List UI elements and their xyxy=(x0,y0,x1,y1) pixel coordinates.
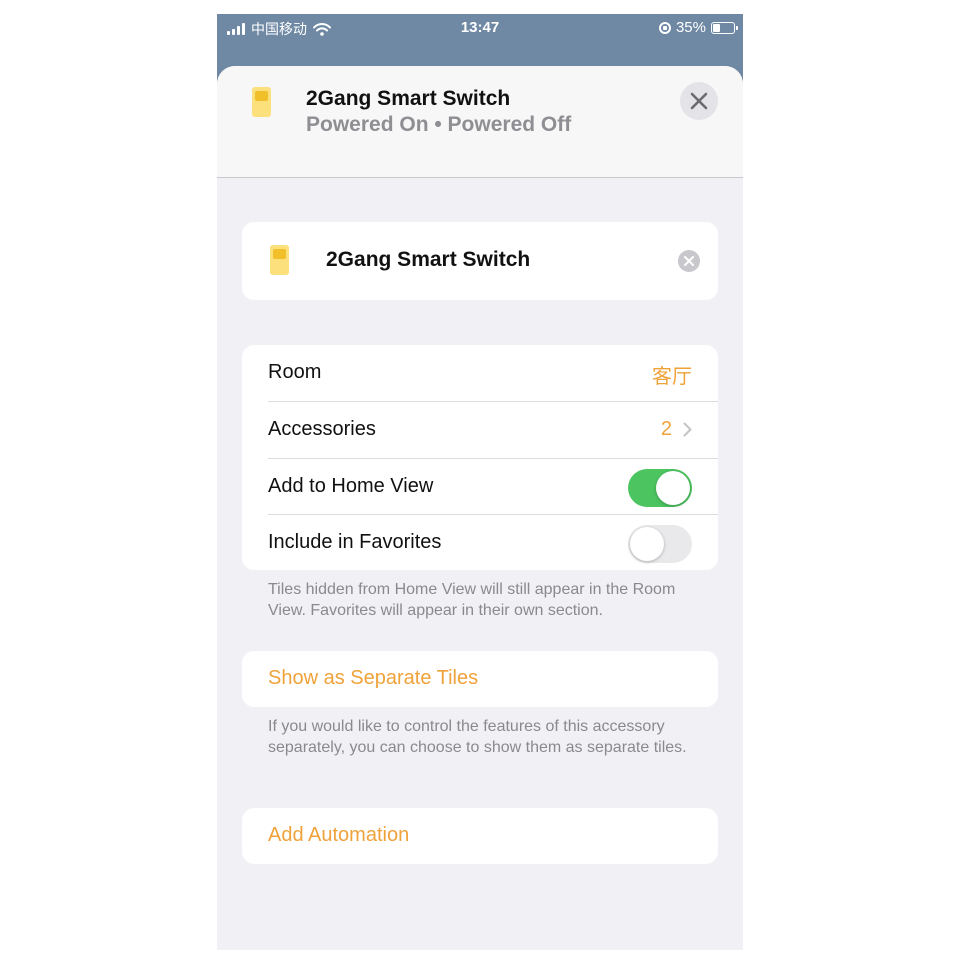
home-view-label: Add to Home View xyxy=(268,475,434,497)
clear-name-button[interactable] xyxy=(678,250,700,272)
accessory-name-field[interactable]: 2Gang Smart Switch xyxy=(326,248,530,272)
light-switch-icon xyxy=(270,245,289,275)
show-separate-tiles-button[interactable]: Show as Separate Tiles xyxy=(242,651,718,707)
toggle-knob xyxy=(656,471,690,505)
accessory-title: 2Gang Smart Switch xyxy=(306,87,511,110)
clear-circle-icon xyxy=(684,256,694,266)
home-view-toggle[interactable] xyxy=(628,469,692,507)
add-automation-label: Add Automation xyxy=(268,824,410,846)
rotation-lock-icon xyxy=(658,21,671,34)
accessory-status: Powered On • Powered Off xyxy=(306,113,572,136)
accessories-row[interactable]: Accessories 2 xyxy=(242,402,718,458)
battery-percent: 35% xyxy=(675,19,706,36)
show-separate-tiles-label: Show as Separate Tiles xyxy=(268,667,479,689)
tiles-footnote: Tiles hidden from Home View will still a… xyxy=(268,581,676,619)
phone-screen: 中国移动 13:47 35% 2Gang Smart Switch Powere… xyxy=(217,14,743,950)
sheet-header: 2Gang Smart Switch Powered On • Powered … xyxy=(217,66,743,178)
accessory-settings-sheet: 2Gang Smart Switch Powered On • Powered … xyxy=(217,66,743,950)
toggle-knob xyxy=(630,527,664,561)
room-row[interactable]: Room 客厅 xyxy=(242,345,718,401)
home-view-row: Add to Home View xyxy=(242,459,718,515)
close-icon xyxy=(690,92,708,110)
accessories-count: 2 xyxy=(660,418,672,440)
add-automation-button[interactable]: Add Automation xyxy=(242,808,718,864)
favorites-toggle[interactable] xyxy=(628,525,692,563)
light-switch-icon xyxy=(252,87,271,117)
status-right: 35% xyxy=(658,19,738,36)
room-label: Room xyxy=(268,361,322,383)
settings-list: Room 客厅 Accessories 2 Add to Home View I… xyxy=(242,345,718,570)
name-field-card: 2Gang Smart Switch xyxy=(242,222,718,300)
separate-tiles-footnote: If you would like to control the feature… xyxy=(268,718,687,756)
accessories-label: Accessories xyxy=(268,418,376,440)
battery-icon xyxy=(711,21,738,34)
favorites-label: Include in Favorites xyxy=(268,531,442,553)
room-value: 客厅 xyxy=(652,364,692,388)
favorites-row: Include in Favorites xyxy=(242,515,718,571)
chevron-right-icon xyxy=(683,422,692,437)
close-button[interactable] xyxy=(680,82,718,120)
